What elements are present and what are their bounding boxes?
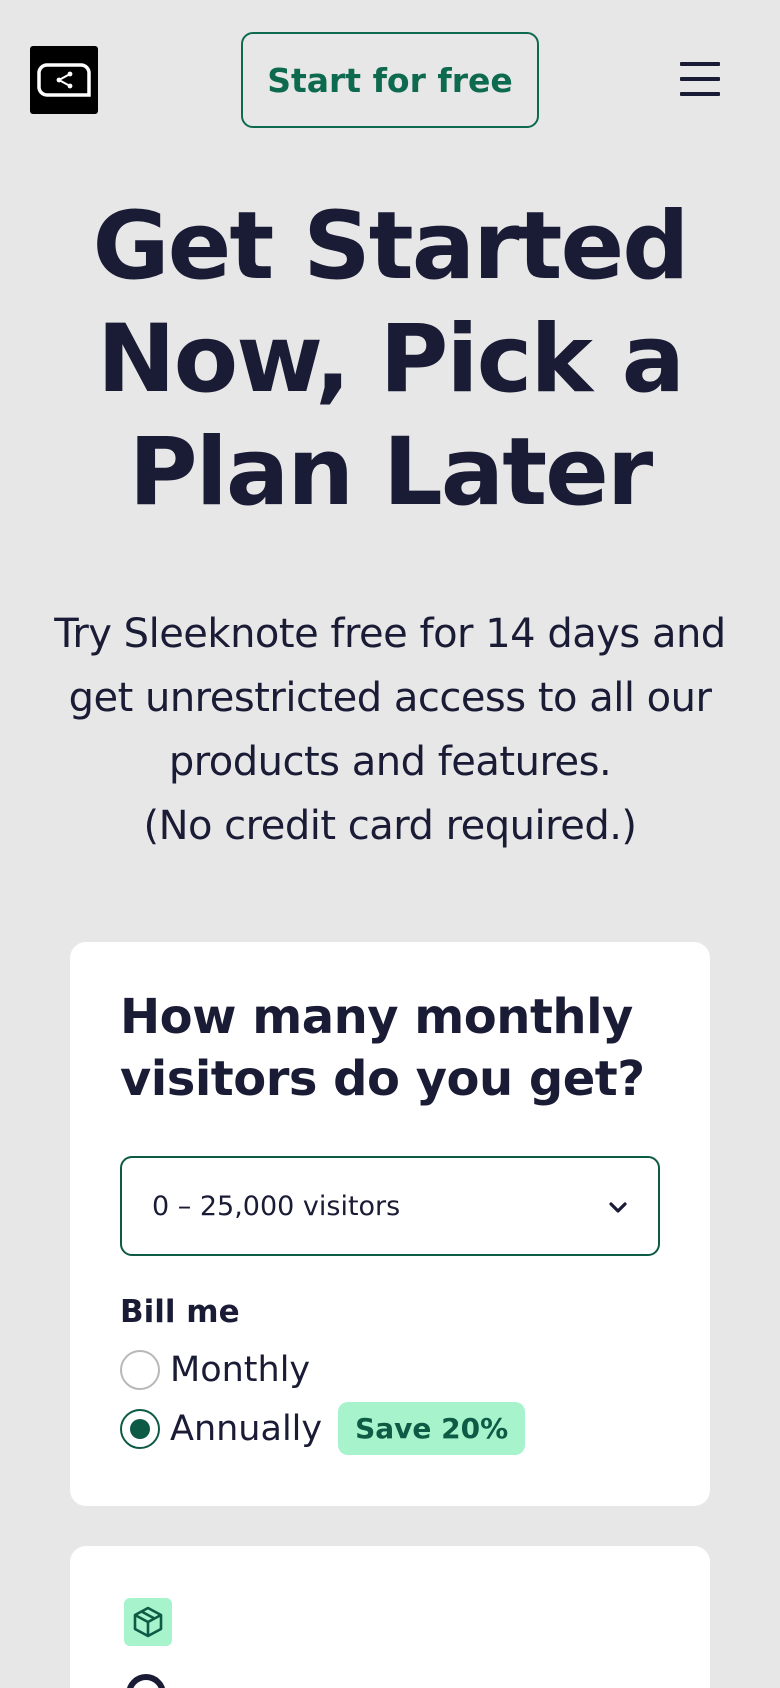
package-box-icon — [124, 1598, 172, 1646]
annually-radio[interactable] — [120, 1408, 160, 1449]
monthly-label: Monthly — [170, 1350, 311, 1390]
hamburger-menu-icon[interactable] — [680, 62, 720, 96]
monthly-radio[interactable] — [120, 1350, 160, 1390]
chevron-down-icon — [608, 1191, 628, 1222]
billing-option-annually[interactable]: Annually Save 20% — [120, 1402, 526, 1455]
save-badge: Save 20% — [338, 1402, 526, 1455]
visitors-select-value: 0 – 25,000 visitors — [152, 1190, 401, 1222]
hero-subtitle: Try Sleeknote free for 14 days and get u… — [50, 602, 730, 858]
visitors-question: How many monthly visitors do you get? — [120, 989, 645, 1107]
page-title: Get Started Now, Pick a Plan Later — [92, 192, 690, 527]
sleeknote-logo-icon[interactable] — [30, 46, 98, 114]
plan-card-heading-glyph — [117, 1665, 175, 1688]
page: Start for free Get Started Now, Pick a P… — [0, 0, 780, 1688]
hero-subtitle-text: Try Sleeknote free for 14 days and get u… — [54, 611, 726, 785]
hero-subtitle-note: (No credit card required.) — [143, 803, 637, 849]
start-for-free-button[interactable]: Start for free — [241, 32, 539, 128]
bill-me-label: Bill me — [120, 1294, 240, 1330]
annually-label: Annually — [170, 1408, 323, 1449]
plan-card — [70, 1546, 710, 1688]
billing-option-monthly[interactable]: Monthly — [120, 1350, 310, 1390]
visitors-select[interactable]: 0 – 25,000 visitors — [120, 1156, 660, 1256]
visitors-card: How many monthly visitors do you get? 0 … — [70, 942, 710, 1506]
